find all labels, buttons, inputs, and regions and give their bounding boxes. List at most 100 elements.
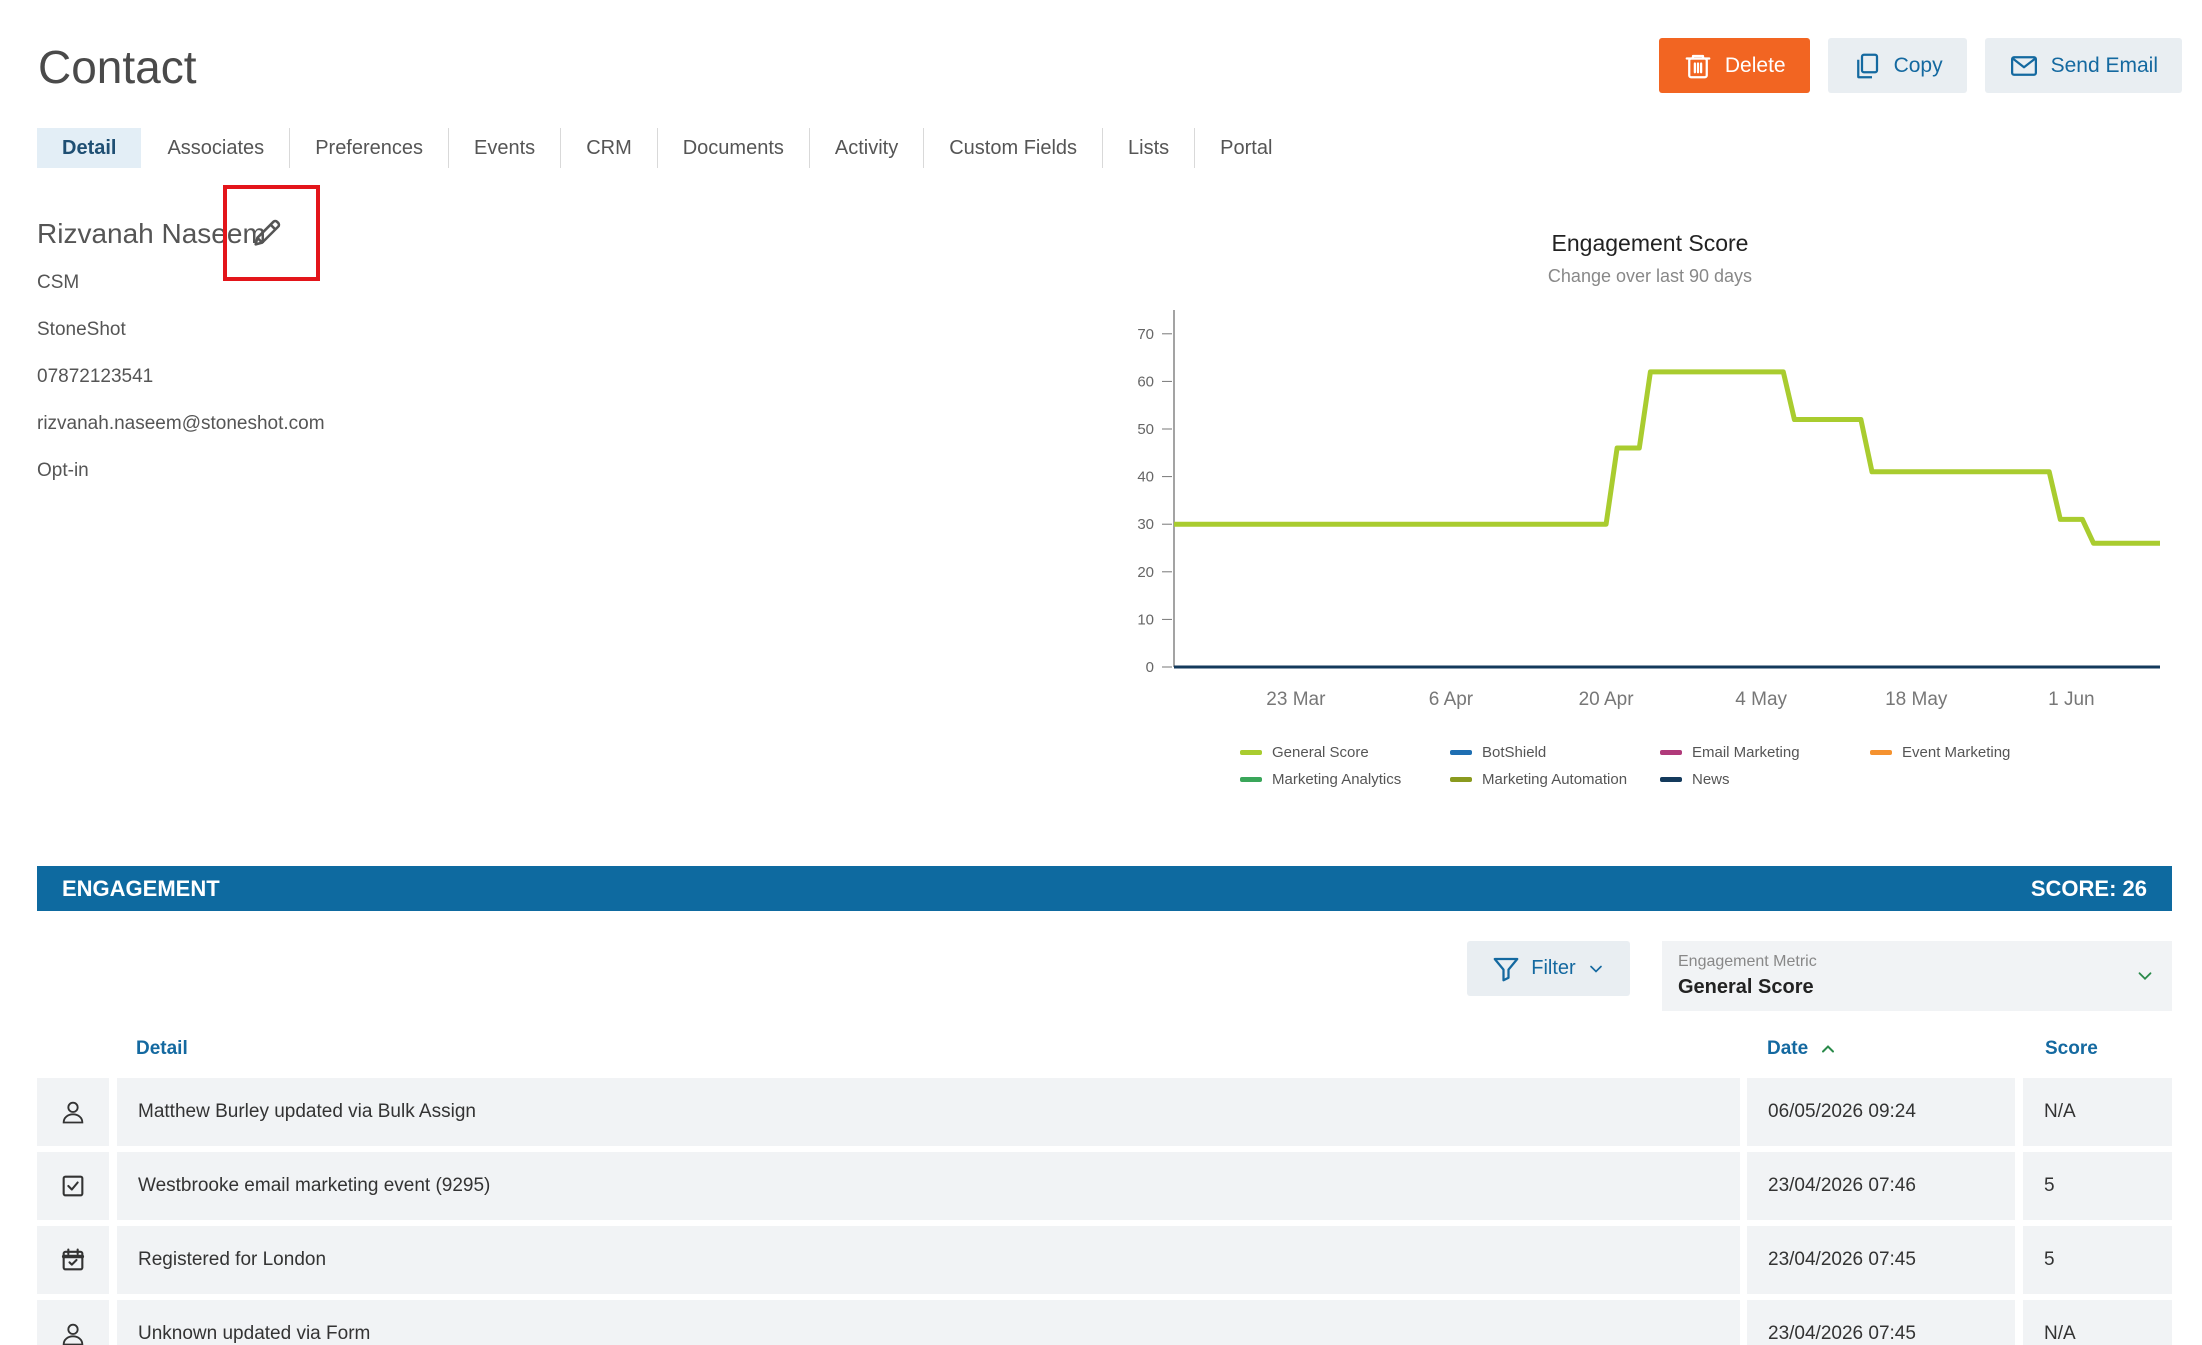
row-detail: Registered for London xyxy=(117,1226,1740,1294)
legend-swatch xyxy=(1240,750,1262,755)
tab-documents[interactable]: Documents xyxy=(658,128,810,168)
send-email-label: Send Email xyxy=(2050,53,2158,77)
legend-item[interactable]: General Score xyxy=(1240,744,1450,761)
legend-item[interactable]: Event Marketing xyxy=(1870,744,2080,761)
legend-item[interactable]: Email Marketing xyxy=(1660,744,1870,761)
row-score: N/A xyxy=(2023,1078,2172,1146)
tab-events[interactable]: Events xyxy=(449,128,562,168)
column-header-detail[interactable]: Detail xyxy=(136,1038,188,1060)
y-tick-label: 50 xyxy=(1137,421,1154,438)
table-row[interactable]: Westbrooke email marketing event (9295) … xyxy=(37,1152,2172,1220)
legend-label: Event Marketing xyxy=(1902,744,2011,761)
legend-label: Marketing Automation xyxy=(1482,771,1628,788)
tab-lists[interactable]: Lists xyxy=(1103,128,1196,168)
y-tick-label: 60 xyxy=(1137,373,1154,390)
filter-button[interactable]: Filter xyxy=(1467,941,1630,996)
metric-label: Engagement Metric xyxy=(1678,953,1817,970)
row-detail: Unknown updated via Form xyxy=(117,1300,1740,1345)
engagement-score: SCORE: 26 xyxy=(2030,875,2147,901)
row-date: 06/05/2026 09:24 xyxy=(1747,1078,2015,1146)
row-score: 5 xyxy=(2023,1226,2172,1294)
y-tick-label: 30 xyxy=(1137,516,1154,533)
contact-phone: 07872123541 xyxy=(37,366,154,387)
contact-email[interactable]: rizvanah.naseem@stoneshot.com xyxy=(37,413,325,435)
delete-label: Delete xyxy=(1724,53,1786,77)
y-tick-label: 70 xyxy=(1137,326,1154,343)
chart-title: Engagement Score xyxy=(1551,230,1749,256)
copy-icon xyxy=(1856,53,1878,78)
contact-company: StoneShot xyxy=(37,319,126,340)
checkbox-icon xyxy=(62,1175,84,1197)
row-icon-cell xyxy=(37,1078,109,1146)
x-tick-label: 1 Jun xyxy=(2048,689,2094,710)
top-actions: Delete Copy Send Email xyxy=(1658,38,2182,93)
sort-ascending-icon xyxy=(1822,1045,1835,1053)
contact-consent: Opt-in xyxy=(37,460,89,481)
x-tick-label: 6 Apr xyxy=(1429,689,1474,710)
legend-item[interactable]: Marketing Analytics xyxy=(1240,771,1450,788)
column-header-score[interactable]: Score xyxy=(2045,1038,2098,1060)
legend-item[interactable]: BotShield xyxy=(1450,744,1660,761)
row-date: 23/04/2026 07:45 xyxy=(1747,1300,2015,1345)
table-row[interactable]: Registered for London 23/04/2026 07:45 5 xyxy=(37,1226,2172,1294)
legend-item[interactable]: News xyxy=(1660,771,1870,788)
trash-icon xyxy=(1685,54,1711,78)
x-tick-label: 4 May xyxy=(1735,689,1787,710)
send-email-button[interactable]: Send Email xyxy=(1984,38,2182,93)
x-tick-label: 18 May xyxy=(1885,689,1948,710)
row-icon-cell xyxy=(37,1226,109,1294)
row-score: 5 xyxy=(2023,1152,2172,1220)
copy-button[interactable]: Copy xyxy=(1827,38,1967,93)
legend-swatch xyxy=(1450,777,1472,782)
column-header-date-label: Date xyxy=(1767,1038,1809,1059)
engagement-metric-select[interactable]: Engagement Metric General Score xyxy=(1662,941,2172,1011)
person-icon xyxy=(62,1323,84,1345)
x-tick-label: 23 Mar xyxy=(1266,689,1326,710)
series-line-general-score xyxy=(1174,369,2160,546)
metric-value: General Score xyxy=(1678,976,1814,998)
envelope-icon xyxy=(2010,55,2037,76)
legend-label: Marketing Analytics xyxy=(1272,771,1402,788)
row-date: 23/04/2026 07:46 xyxy=(1747,1152,2015,1220)
row-detail: Westbrooke email marketing event (9295) xyxy=(117,1152,1740,1220)
copy-label: Copy xyxy=(1893,53,1943,77)
tab-detail[interactable]: Detail xyxy=(37,128,142,168)
contact-role: CSM xyxy=(37,272,80,293)
y-tick-label: 40 xyxy=(1137,469,1154,486)
tab-activity[interactable]: Activity xyxy=(810,128,925,168)
chevron-down-icon xyxy=(2138,972,2152,981)
tab-custom-fields[interactable]: Custom Fields xyxy=(924,128,1104,168)
row-detail: Matthew Burley updated via Bulk Assign xyxy=(117,1078,1740,1146)
funnel-icon xyxy=(1493,957,1519,981)
engagement-header: ENGAGEMENT SCORE: 26 xyxy=(37,866,2172,911)
row-icon-cell xyxy=(37,1300,109,1345)
chart-legend: General Score BotShield Email Marketing Eve… xyxy=(1240,744,2120,788)
page-title: Contact xyxy=(38,41,197,93)
table-row[interactable]: Matthew Burley updated via Bulk Assign 0… xyxy=(37,1078,2172,1146)
row-icon-cell xyxy=(37,1152,109,1220)
delete-button[interactable]: Delete xyxy=(1658,38,1810,93)
tab-preferences[interactable]: Preferences xyxy=(290,128,450,168)
legend-item[interactable]: Marketing Automation xyxy=(1450,771,1660,788)
person-icon xyxy=(62,1101,84,1124)
row-date: 23/04/2026 07:45 xyxy=(1747,1226,2015,1294)
y-tick-label: 0 xyxy=(1146,659,1154,676)
legend-swatch xyxy=(1870,750,1892,755)
column-header-date[interactable]: Date xyxy=(1767,1038,1838,1060)
chart-subtitle: Change over last 90 days xyxy=(1547,266,1753,286)
legend-label: Email Marketing xyxy=(1692,744,1800,761)
legend-swatch xyxy=(1240,777,1262,782)
tab-portal[interactable]: Portal xyxy=(1195,128,1297,168)
y-tick-label: 20 xyxy=(1137,564,1154,581)
tab-associates[interactable]: Associates xyxy=(142,128,291,168)
engagement-score-chart: 0 10 20 30 40 50 60 70 23 Mar 6 Apr 20 Apr 4 May 18 … xyxy=(1137,310,2160,710)
tab-bar: Detail Associates Preferences Events CRM… xyxy=(37,128,1297,168)
chevron-down-icon xyxy=(1589,965,1602,973)
tab-crm[interactable]: CRM xyxy=(561,128,658,168)
y-tick-label: 10 xyxy=(1137,611,1154,628)
filter-label: Filter xyxy=(1531,957,1576,979)
legend-swatch xyxy=(1660,777,1682,782)
table-row[interactable]: Unknown updated via Form 23/04/2026 07:4… xyxy=(37,1300,2172,1345)
legend-label: News xyxy=(1692,771,1730,788)
calendar-check-icon xyxy=(61,1248,85,1271)
